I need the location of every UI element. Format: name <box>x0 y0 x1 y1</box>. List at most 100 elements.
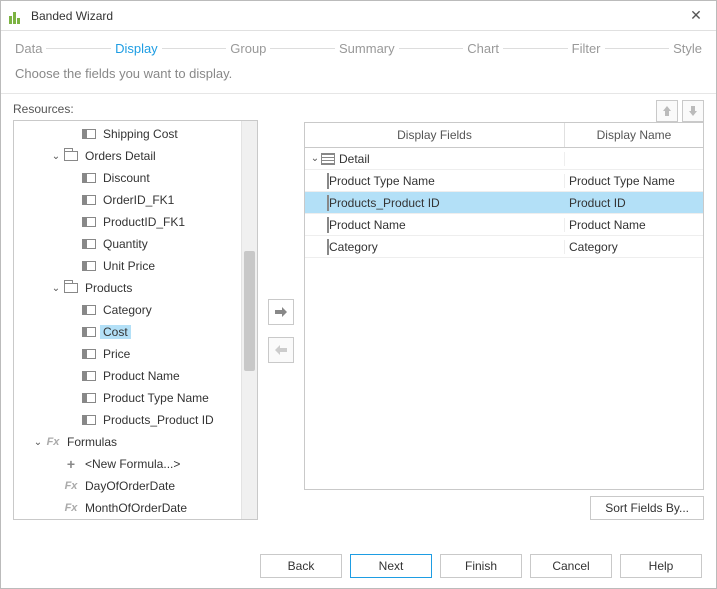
titlebar: Banded Wizard ✕ <box>1 1 716 31</box>
move-down-button[interactable] <box>682 100 704 122</box>
table-row[interactable]: Products_Product ID Product ID <box>305 192 703 214</box>
tree-item[interactable]: OrderID_FK1 <box>14 189 241 211</box>
step-chart[interactable]: Chart <box>467 41 499 56</box>
back-button[interactable]: Back <box>260 554 342 578</box>
table-row[interactable]: CategoryCategory <box>305 236 703 258</box>
field-icon <box>327 196 329 210</box>
header-display-name[interactable]: Display Name <box>565 123 703 147</box>
detail-icon <box>321 153 335 165</box>
arrow-down-icon <box>688 106 698 116</box>
header-display-fields[interactable]: Display Fields <box>305 123 565 147</box>
field-icon <box>80 413 98 427</box>
tree-item[interactable]: Product Name <box>14 365 241 387</box>
field-icon <box>80 215 98 229</box>
step-summary[interactable]: Summary <box>339 41 395 56</box>
step-display[interactable]: Display <box>115 41 158 56</box>
app-icon <box>9 8 25 24</box>
tree-item-label: Cost <box>100 325 131 339</box>
tree-item[interactable]: ⌄ Orders Detail <box>14 145 241 167</box>
remove-field-button[interactable] <box>268 337 294 363</box>
field-icon <box>80 171 98 185</box>
step-data[interactable]: Data <box>15 41 42 56</box>
table-row[interactable]: Product Type Name Product Type Name <box>305 170 703 192</box>
tree-item[interactable]: ProductID_FK1 <box>14 211 241 233</box>
help-button[interactable]: Help <box>620 554 702 578</box>
display-fields-table[interactable]: Display Fields Display Name ⌄ Detail Produ… <box>304 122 704 490</box>
tree-item[interactable]: Shipping Cost <box>14 123 241 145</box>
tree-item[interactable]: Quantity <box>14 233 241 255</box>
expand-toggle[interactable]: ⌄ <box>50 151 62 162</box>
tree-item[interactable]: Price <box>14 343 241 365</box>
field-icon <box>80 303 98 317</box>
arrow-right-icon <box>274 306 288 318</box>
table-row[interactable]: Product Name Product Name <box>305 214 703 236</box>
tree-item-label: Unit Price <box>100 259 158 273</box>
tree-item[interactable]: ⌄FxFormulas <box>14 431 241 453</box>
tree-item[interactable]: Unit Price <box>14 255 241 277</box>
step-style[interactable]: Style <box>673 41 702 56</box>
tree-item-label: Orders Detail <box>82 149 159 163</box>
resources-tree[interactable]: Shipping Cost ⌄ Orders Detail Discount Order… <box>13 120 258 520</box>
table-group-row[interactable]: ⌄ Detail <box>305 148 703 170</box>
close-icon[interactable]: ✕ <box>684 7 708 24</box>
tree-item-label: DayOfOrderDate <box>82 479 178 493</box>
tree-item-label: Products <box>82 281 135 295</box>
tree-item-label: Product Type Name <box>100 391 212 405</box>
field-icon <box>327 174 329 188</box>
plus-icon: + <box>62 457 80 471</box>
tree-item[interactable]: FxDayOfOrderDate <box>14 475 241 497</box>
tree-item-label: OrderID_FK1 <box>100 193 177 207</box>
tree-item-label: MonthOfOrderDate <box>82 501 190 515</box>
field-icon <box>80 237 98 251</box>
fx-icon: Fx <box>44 435 62 449</box>
step-filter[interactable]: Filter <box>572 41 601 56</box>
tree-item[interactable]: Cost <box>14 321 241 343</box>
window-title: Banded Wizard <box>31 9 684 23</box>
display-name-cell[interactable]: Category <box>565 240 703 254</box>
finish-button[interactable]: Finish <box>440 554 522 578</box>
tree-item[interactable]: Products_Product ID <box>14 409 241 431</box>
step-divider <box>46 48 111 49</box>
tree-item[interactable]: Category <box>14 299 241 321</box>
fx-icon: Fx <box>62 479 80 493</box>
group-label: Detail <box>339 152 370 166</box>
sort-fields-button[interactable]: Sort Fields By... <box>590 496 704 520</box>
step-divider <box>605 48 670 49</box>
field-icon <box>80 391 98 405</box>
arrow-left-icon <box>274 344 288 356</box>
display-name-cell[interactable]: Product Type Name <box>565 174 703 188</box>
tree-item-label: Formulas <box>64 435 120 449</box>
tree-item[interactable]: ⌄ Products <box>14 277 241 299</box>
display-name-cell[interactable]: Product ID <box>565 196 703 210</box>
expand-toggle[interactable]: ⌄ <box>32 437 44 448</box>
field-icon <box>80 347 98 361</box>
resources-label: Resources: <box>13 102 74 116</box>
tree-item[interactable]: FxMonthOfOrderDate <box>14 497 241 519</box>
move-up-button[interactable] <box>656 100 678 122</box>
tree-item[interactable]: Discount <box>14 167 241 189</box>
tree-item[interactable]: Product Type Name <box>14 387 241 409</box>
display-name-cell[interactable]: Product Name <box>565 218 703 232</box>
step-group[interactable]: Group <box>230 41 266 56</box>
scrollbar[interactable] <box>241 121 257 519</box>
subtitle: Choose the fields you want to display. <box>1 62 716 93</box>
add-field-button[interactable] <box>268 299 294 325</box>
tree-item[interactable]: +<New Formula...> <box>14 453 241 475</box>
expand-toggle[interactable]: ⌄ <box>50 283 62 294</box>
field-label: Product Name <box>329 218 406 232</box>
tree-item-label: ProductID_FK1 <box>100 215 188 229</box>
expand-toggle[interactable]: ⌄ <box>309 153 321 164</box>
cancel-button[interactable]: Cancel <box>530 554 612 578</box>
field-label: Products_Product ID <box>329 196 440 210</box>
field-label: Product Type Name <box>329 174 435 188</box>
tree-item-label: Products_Product ID <box>100 413 217 427</box>
field-icon <box>80 325 98 339</box>
field-icon <box>80 369 98 383</box>
tree-item-label: Price <box>100 347 133 361</box>
scrollbar-thumb[interactable] <box>244 251 255 371</box>
next-button[interactable]: Next <box>350 554 432 578</box>
tree-item-label: Shipping Cost <box>100 127 181 141</box>
step-divider <box>270 48 335 49</box>
wizard-steps: Data Display Group Summary Chart Filter … <box>1 31 716 62</box>
arrow-up-icon <box>662 106 672 116</box>
